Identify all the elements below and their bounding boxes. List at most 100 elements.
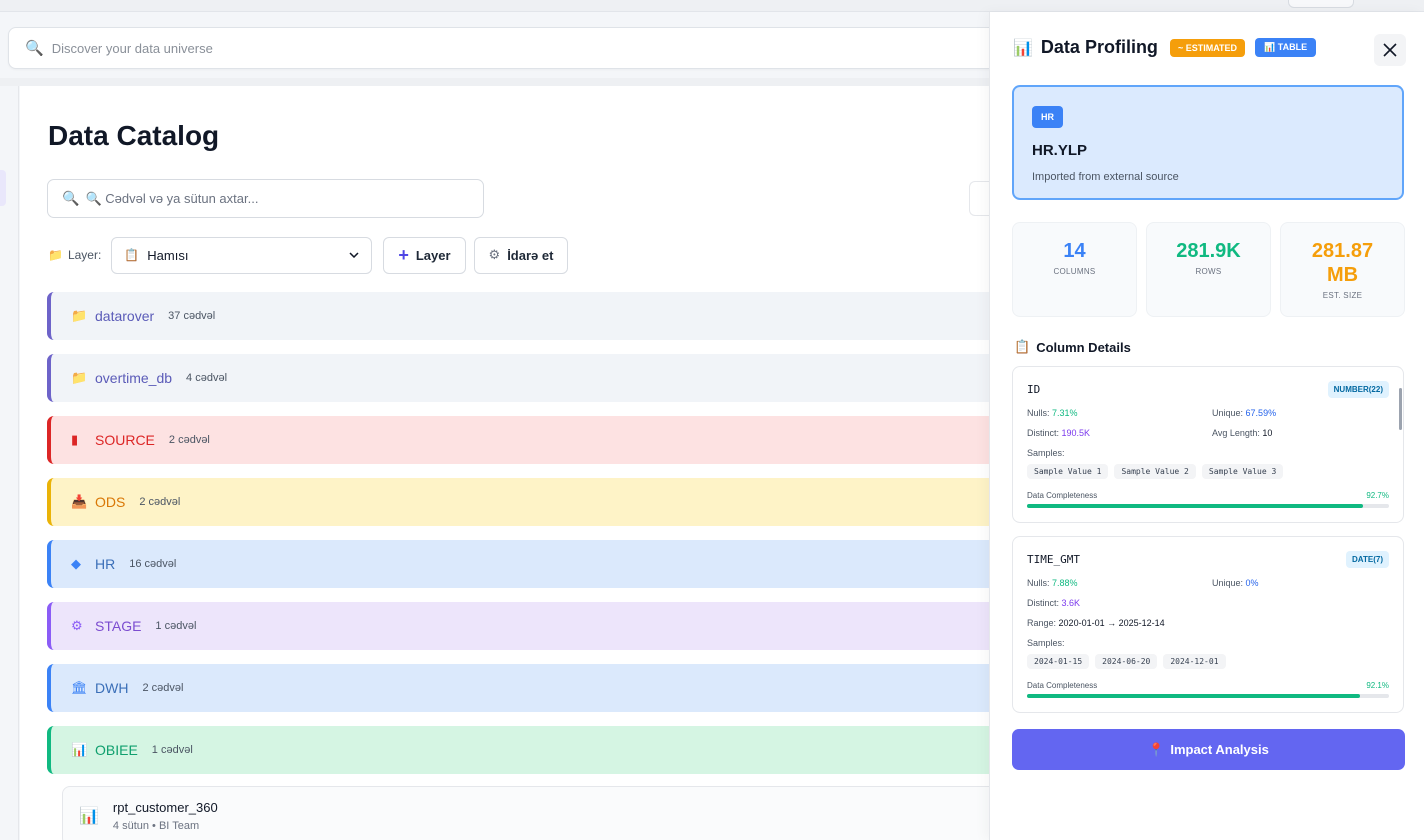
completeness-bar [1027,694,1389,698]
table-summary-card: HR HR.YLP Imported from external source [1012,85,1404,200]
layer-name: overtime_db [95,370,173,386]
chevron-down-icon [349,252,359,258]
layer-item-obiee[interactable]: 📊 OBIEE 1 cədvəl [47,726,1007,774]
layer-name: DWH [95,680,129,696]
layer-item-ods[interactable]: 📥 ODS 2 cədvəl [47,478,1007,526]
samples-list: Sample Value 1 Sample Value 2 Sample Val… [1027,464,1389,479]
table-full-name: HR.YLP [1032,142,1088,159]
layer-name: ODS [95,494,126,510]
table-description: Imported from external source [1032,171,1179,183]
layer-select[interactable]: 📋 Hamısı [111,236,373,274]
pin-icon: 📍 [1148,741,1165,757]
table-badge-label: TABLE [1277,42,1308,52]
layer-name: OBIEE [95,742,138,758]
stat-columns: 14 COLUMNS [1012,222,1137,317]
nulls-stat: Nulls: 7.88% [1027,578,1078,588]
clipboard-icon: 📋 [124,248,140,262]
layer-item-overtime_db[interactable]: 📁 overtime_db 4 cədvəl [47,354,1007,402]
stat-size: 281.87 MB EST. SIZE [1280,222,1405,317]
table-meta: 4 sütun • BI Team [112,820,200,832]
chart-icon: 📊 [1013,39,1033,57]
column-type-badge: DATE(7) [1346,551,1389,568]
layer-item-dwh[interactable]: 🏛 DWH 2 cədvəl [47,664,1007,712]
distinct-stat: Distinct: 3.6K [1027,598,1081,608]
data-profiling-panel: 📊 Data Profiling ~ ESTIMATED 📊 TABLE HR … [989,12,1424,840]
layer-item-hr[interactable]: ◆ HR 16 cədvəl [47,540,1007,588]
stats-row: 14 COLUMNS 281.9K ROWS 281.87 MB EST. SI… [1012,222,1405,317]
layer-count: 16 cədvəl [129,558,177,570]
catalog-main: Data Catalog 🔍 📁 Layer: 📋 Hamısı + Layer… [20,86,1010,840]
range-stat: Range: 2020-01-01 → 2025-12-14 [1027,618,1165,628]
stat-label: EST. SIZE [1322,291,1363,300]
layer-name: HR [95,556,116,572]
completeness-bar-fill [1027,694,1361,698]
stat-value: 14 [1063,240,1086,262]
distinct-stat: Distinct: 190.5K [1027,428,1091,438]
sidebar-active-marker[interactable] [0,170,6,206]
nulls-stat: Nulls: 7.31% [1027,408,1078,418]
folder-icon: 📁 [71,308,88,323]
stat-label: ROWS [1195,267,1222,276]
layer-filter-row: 📁 Layer: 📋 Hamısı + Layer ⚙ İdarə et [48,236,576,274]
column-list[interactable]: ID NUMBER(22) Nulls: 7.31% Unique: 67.59… [1012,366,1405,714]
sample-chip: 2024-01-15 [1027,654,1090,669]
column-card: ID NUMBER(22) Nulls: 7.31% Unique: 67.59… [1012,366,1404,523]
chart-icon: 📊 [79,808,99,825]
table-badge: 📊 TABLE [1255,38,1317,57]
estimated-badge: ~ ESTIMATED [1169,38,1246,57]
folder-icon: 📁 [48,248,63,262]
sample-chip: Sample Value 1 [1027,464,1109,479]
global-search-input[interactable] [51,40,752,56]
sample-chip: 2024-12-01 [1163,654,1226,669]
stat-rows: 281.9K ROWS [1146,222,1271,317]
layer-tag: HR [1032,106,1063,128]
column-name: TIME_GMT [1027,553,1080,566]
completeness-value: 92.7% [1366,491,1389,500]
table-search-box[interactable]: 🔍 [47,179,484,218]
layer-count: 1 cədvəl [155,620,197,632]
gear-icon: ⚙ [488,247,501,262]
close-icon [1383,43,1397,57]
completeness-bar [1027,504,1389,508]
samples-label: Samples: [1027,448,1065,458]
samples-list: 2024-01-15 2024-06-20 2024-12-01 [1027,654,1389,669]
clipboard-icon: 📋 [1014,339,1031,354]
impact-analysis-button[interactable]: 📍 Impact Analysis [1012,729,1405,770]
completeness-value: 92.1% [1366,681,1389,690]
close-button[interactable] [1374,34,1406,66]
layer-count: 37 cədvəl [168,310,216,322]
unique-stat: Unique: 67.59% [1212,408,1277,418]
sample-chip: Sample Value 3 [1201,464,1284,479]
server-icon: ▮ [71,432,79,447]
add-layer-button[interactable]: + Layer [383,236,466,274]
global-search-bar[interactable]: 🔍 [8,27,1068,69]
table-row[interactable]: 📊 rpt_customer_360 4 sütun • BI Team [62,786,1010,840]
table-search-input[interactable] [85,191,446,206]
layer-label-text: Layer: [67,248,102,262]
samples-label: Samples: [1027,638,1065,648]
panel-header: 📊 Data Profiling ~ ESTIMATED 📊 TABLE [1013,37,1317,58]
layer-item-datarover[interactable]: 📁 datarover 37 cədvəl [47,292,1007,340]
left-sidebar [0,86,19,840]
completeness-bar-fill [1027,504,1363,508]
layer-select-value: Hamısı [147,247,189,263]
scrollbar-thumb[interactable] [1399,388,1402,430]
page-title: Data Catalog [48,120,220,151]
manage-button[interactable]: ⚙ İdarə et [473,236,569,274]
browser-top-strip [0,0,1424,12]
stat-value: 281.9K [1176,240,1241,262]
layer-item-stage[interactable]: ⚙ STAGE 1 cədvəl [47,602,1007,650]
gear-icon: ⚙ [71,618,83,633]
unique-stat: Unique: 0% [1212,578,1259,588]
layer-count: 2 cədvəl [139,496,181,508]
avg-length-stat: Avg Length: 10 [1212,428,1273,438]
layer-item-source[interactable]: ▮ SOURCE 2 cədvəl [47,416,1007,464]
column-details-title: Column Details [1036,339,1131,355]
manage-label: İdarə et [507,247,554,263]
impact-analysis-label: Impact Analysis [1170,742,1269,757]
sample-chip: 2024-06-20 [1095,654,1158,669]
column-details-heading: 📋 Column Details [1014,339,1131,355]
layer-count: 2 cədvəl [142,682,184,694]
layer-label: 📁 Layer: [48,248,101,262]
completeness-label: Data Completeness [1027,681,1098,690]
